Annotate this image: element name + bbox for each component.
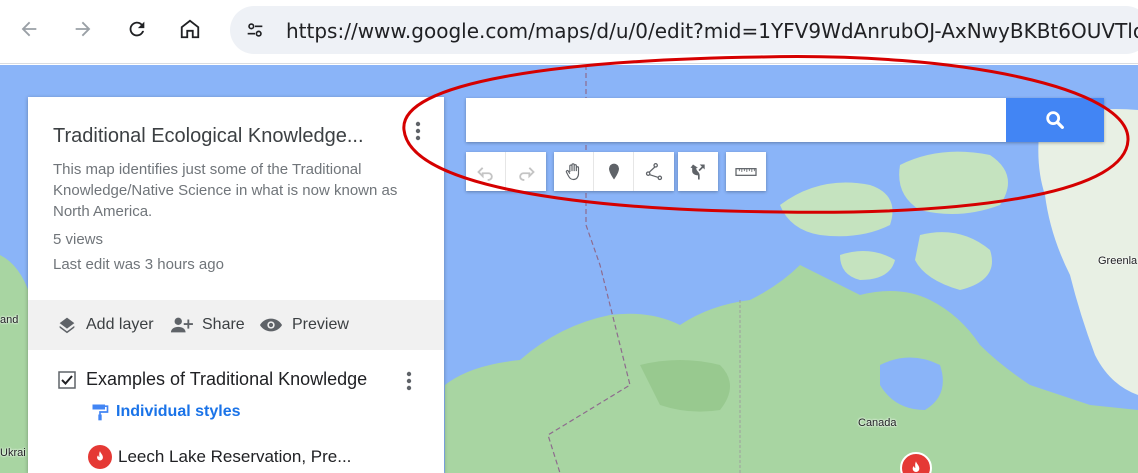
layer-title[interactable]: Examples of Traditional Knowledge xyxy=(86,369,367,390)
search-input[interactable] xyxy=(466,98,1006,142)
hand-icon xyxy=(565,162,579,180)
draw-line-button[interactable] xyxy=(634,152,674,191)
browser-toolbar: https://www.google.com/maps/d/u/0/edit?m… xyxy=(0,0,1138,64)
search-icon xyxy=(1046,111,1064,129)
redo-button[interactable] xyxy=(506,152,546,191)
map-description[interactable]: This map identifies just some of the Tra… xyxy=(53,159,418,222)
map-label-greenland: Greenla xyxy=(1098,255,1138,267)
individual-styles-label: Individual styles xyxy=(116,403,241,420)
draw-tools-group xyxy=(554,152,674,191)
share-button[interactable]: Share xyxy=(168,300,245,350)
undo-button[interactable] xyxy=(466,152,506,191)
layer-options-button[interactable] xyxy=(402,369,416,398)
search-box xyxy=(466,98,1104,142)
back-button[interactable] xyxy=(12,12,46,46)
more-vert-icon xyxy=(406,371,412,391)
individual-styles-link[interactable]: Individual styles xyxy=(90,402,240,422)
fire-icon xyxy=(912,461,920,472)
feature-item[interactable]: Leech Lake Reservation, Pre... xyxy=(88,445,351,469)
layer-header: Examples of Traditional Knowledge xyxy=(58,369,367,390)
layer-visibility-checkbox[interactable] xyxy=(58,370,76,389)
view-count: 5 views xyxy=(53,231,104,248)
layers-icon xyxy=(59,317,75,334)
map-label-left-bottom: Ukrai xyxy=(0,447,26,459)
last-edit-text: Last edit was 3 hours ago xyxy=(53,256,224,273)
more-vert-icon xyxy=(415,121,421,141)
map-details-panel: Traditional Ecological Knowledge... This… xyxy=(28,97,444,473)
add-directions-button[interactable] xyxy=(678,152,718,191)
forward-arrow-icon xyxy=(75,21,91,37)
preview-label: Preview xyxy=(292,316,349,333)
measure-button[interactable] xyxy=(726,152,766,191)
fire-icon xyxy=(97,451,103,461)
back-arrow-icon xyxy=(21,21,37,37)
forward-button[interactable] xyxy=(66,12,100,46)
map-label-left: and xyxy=(0,314,19,326)
select-items-button[interactable] xyxy=(554,152,594,191)
measure-group xyxy=(726,152,766,191)
map-title[interactable]: Traditional Ecological Knowledge... xyxy=(53,125,364,148)
share-label: Share xyxy=(202,316,245,333)
preview-button[interactable]: Preview xyxy=(258,300,349,350)
home-button[interactable] xyxy=(173,12,207,46)
home-icon xyxy=(180,19,200,39)
eye-icon xyxy=(260,318,282,332)
draw-line-icon xyxy=(645,162,663,180)
feature-marker-icon xyxy=(88,445,112,469)
person-add-icon xyxy=(170,317,193,333)
marker-icon xyxy=(608,163,619,179)
directions-group xyxy=(678,152,718,191)
map-options-button[interactable] xyxy=(408,119,428,148)
add-layer-label: Add layer xyxy=(86,316,154,333)
reload-button[interactable] xyxy=(120,12,154,46)
undo-redo-group xyxy=(466,152,546,191)
feature-label: Leech Lake Reservation, Pre... xyxy=(118,447,352,466)
search-button[interactable] xyxy=(1006,98,1104,142)
reload-icon xyxy=(129,21,145,37)
panel-toolbar: Add layer Share Preview xyxy=(28,300,444,350)
directions-icon xyxy=(690,164,705,179)
site-settings-icon xyxy=(247,23,263,37)
add-marker-button[interactable] xyxy=(594,152,634,191)
undo-icon xyxy=(476,166,493,181)
add-layer-button[interactable]: Add layer xyxy=(56,300,154,350)
url-text: https://www.google.com/maps/d/u/0/edit?m… xyxy=(286,19,1138,43)
address-bar[interactable]: https://www.google.com/maps/d/u/0/edit?m… xyxy=(230,6,1138,54)
paint-roller-icon xyxy=(92,404,109,421)
redo-icon xyxy=(519,166,535,181)
ruler-icon xyxy=(735,167,757,176)
map-label-canada: Canada xyxy=(858,417,897,429)
